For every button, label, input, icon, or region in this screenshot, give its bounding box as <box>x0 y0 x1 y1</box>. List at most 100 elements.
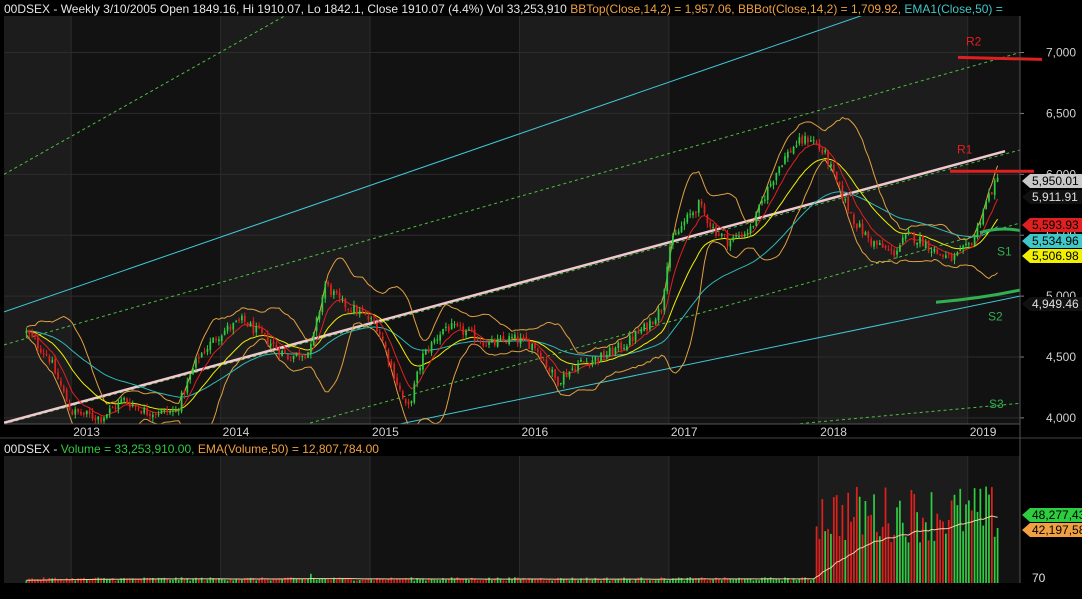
volume-bar <box>373 580 375 583</box>
candle-body <box>763 199 766 201</box>
candle-body <box>970 243 973 246</box>
candle-body <box>927 240 930 251</box>
volume-bar <box>861 534 864 583</box>
volume-bar <box>901 522 904 583</box>
candle-body <box>301 356 304 358</box>
volume-bar <box>718 579 720 583</box>
candle-body <box>789 150 792 153</box>
volume-bar <box>830 533 832 583</box>
year-shade-volume <box>4 456 72 583</box>
candle-body <box>192 368 194 375</box>
candle-body <box>743 233 746 237</box>
volume-bar <box>48 577 51 583</box>
candle-body <box>137 408 140 410</box>
volume-bar <box>324 578 327 583</box>
volume-bar <box>982 525 985 583</box>
candle-body <box>450 323 453 330</box>
candle-body <box>881 243 884 248</box>
candle-body <box>298 351 301 358</box>
price-level-label: 4,949.46 <box>1032 297 1079 311</box>
candle-body <box>499 337 502 339</box>
candle-body <box>114 407 117 409</box>
volume-bar <box>867 515 870 583</box>
candle-body <box>531 343 533 350</box>
volume-bar <box>511 579 513 583</box>
candle-body <box>775 172 778 181</box>
candle-body <box>617 342 620 349</box>
candle-body <box>68 402 71 411</box>
volume-bar <box>318 578 321 583</box>
volume-bar <box>637 577 640 583</box>
candle-body <box>390 361 393 365</box>
candle-body <box>445 326 447 328</box>
candle-body <box>310 343 312 354</box>
level-label-r1: R1 <box>957 142 973 156</box>
candle-body <box>493 339 496 346</box>
candle-body <box>120 399 123 404</box>
volume-bar <box>488 577 490 583</box>
volume-bar <box>143 577 146 583</box>
candle-body <box>220 335 223 341</box>
candle-body <box>404 399 407 404</box>
candle-body <box>355 305 358 315</box>
volume-bar <box>68 579 71 583</box>
volume-bar <box>683 580 686 583</box>
candle-body <box>71 411 74 415</box>
year-shade-volume <box>519 456 669 583</box>
candle-body <box>453 324 456 326</box>
volume-bar <box>401 579 404 583</box>
candle-body <box>967 243 970 245</box>
candle-body <box>692 212 694 216</box>
volume-bar <box>62 580 65 583</box>
volume-bar <box>930 492 933 583</box>
candle-body <box>876 240 878 245</box>
volume-bar <box>542 580 545 583</box>
candle-body <box>117 401 120 409</box>
candle-body <box>893 250 896 256</box>
volume-bar <box>304 579 306 583</box>
candle-body <box>715 226 717 236</box>
candle-body <box>338 292 341 298</box>
volume-bar <box>784 577 786 583</box>
candle-body <box>496 338 499 347</box>
volume-bar <box>976 511 979 583</box>
candle-body <box>534 342 536 349</box>
candle-body <box>580 359 582 362</box>
volume-bar <box>485 579 488 583</box>
volume-bar <box>232 580 235 583</box>
candle-body <box>922 235 924 247</box>
candle-body <box>223 330 226 335</box>
price-level-label: 5,593.93 <box>1032 218 1079 232</box>
volume-bar <box>508 577 510 583</box>
candle-body <box>697 199 700 213</box>
candle-body <box>522 337 525 339</box>
candle-body <box>295 352 298 356</box>
volume-bar <box>235 579 238 583</box>
volume-bar <box>815 526 818 583</box>
candle-body <box>996 177 999 182</box>
candle-body <box>361 308 364 313</box>
candle-body <box>146 408 148 415</box>
candle-body <box>657 309 660 321</box>
volume-bar <box>358 580 361 583</box>
volume-bar <box>482 580 485 583</box>
candle-body <box>381 336 384 341</box>
volume-bar <box>640 577 643 583</box>
volume-header-symbol: 00DSEX <box>4 442 51 456</box>
candle-body <box>861 223 864 235</box>
volume-bar <box>608 580 611 583</box>
candle-body <box>988 193 990 202</box>
x-tick-label: 2017 <box>671 425 698 439</box>
candle-body <box>439 334 442 341</box>
volume-bar <box>381 579 384 583</box>
candle-body <box>353 305 355 313</box>
volume-bar <box>907 542 910 583</box>
volume-bar <box>456 577 459 583</box>
volume-bar <box>832 497 835 583</box>
candle-body <box>396 377 398 385</box>
candle-body <box>77 408 79 412</box>
candle-body <box>65 389 68 402</box>
volume-bar <box>962 531 964 583</box>
candle-body <box>672 235 674 245</box>
candle-body <box>818 143 821 149</box>
